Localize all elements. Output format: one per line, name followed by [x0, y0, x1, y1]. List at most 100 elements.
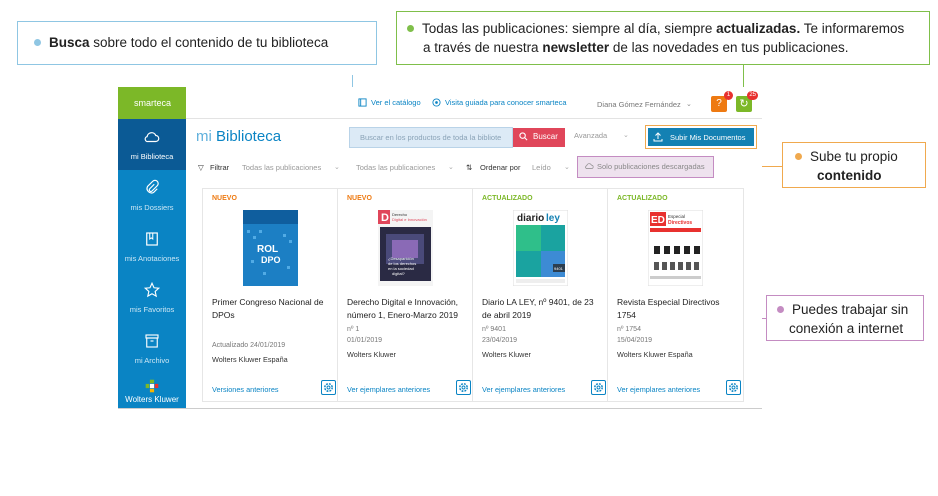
svg-text:Digital e Innovación: Digital e Innovación [392, 217, 427, 222]
top-bar: Ver el catálogo Visita guiada para conoc… [186, 87, 762, 119]
publication-card[interactable]: NUEVO D Derecho Digital e Innovación ¿De… [338, 189, 473, 401]
search-icon [519, 132, 528, 141]
sidebar-item-dossiers[interactable]: mis Dossiers [118, 170, 186, 221]
bullet-dot [795, 152, 802, 160]
guided-tour-link[interactable]: Visita guiada para conocer smarteca [432, 98, 567, 107]
cover-image[interactable]: ROL DPO [243, 210, 298, 286]
callout-offline: Puedes trabajar sin conexión a internet [766, 295, 924, 341]
refresh-icon: ↻ [739, 98, 749, 110]
advanced-search-select[interactable]: Avanzada [574, 131, 607, 140]
sidebar-item-archivo[interactable]: mi Archivo [118, 323, 186, 374]
status-badge: ACTUALIZADO [482, 195, 533, 202]
settings-button[interactable] [321, 380, 336, 395]
sidebar-item-favoritos[interactable]: mis Favoritos [118, 272, 186, 323]
wolters-kluwer-logo: Wolters Kluwer [118, 375, 186, 408]
publication-title[interactable]: Primer Congreso Nacional de DPOs [212, 296, 332, 322]
svg-text:Directivos: Directivos [668, 220, 692, 226]
cover-image[interactable]: diario ley 9401 [513, 210, 568, 286]
publication-card[interactable]: ACTUALIZADO diario ley 9401 Diario LA LE… [473, 189, 608, 401]
publication-title[interactable]: Revista Especial Directivos 1754 [617, 296, 737, 322]
search-input[interactable]: Buscar en los productos de toda la bibli… [349, 127, 513, 148]
chevron-down-icon[interactable]: ⌄ [686, 100, 692, 108]
chevron-down-icon[interactable]: ⌄ [564, 163, 570, 171]
chevron-down-icon[interactable]: ⌄ [623, 131, 629, 139]
sidebar-item-biblioteca[interactable]: mi Biblioteca [118, 119, 186, 170]
publication-date: 23/04/2019 [482, 337, 518, 344]
publication-card[interactable]: NUEVO ROL DPO Primer Congreso Nacional d… [203, 189, 338, 401]
publisher: Wolters Kluwer España [212, 355, 288, 364]
gear-icon [459, 383, 468, 392]
svg-text:ED: ED [651, 215, 665, 226]
sync-badge: 25 [747, 91, 758, 100]
sort-icon: ⇅ [466, 163, 473, 172]
publication-card[interactable]: ACTUALIZADO ED Especial Directivos Revis… [608, 189, 743, 401]
help-button[interactable]: ? 1 [711, 91, 733, 112]
paperclip-icon [146, 179, 159, 194]
status-badge: NUEVO [212, 195, 237, 202]
archive-icon [145, 334, 159, 348]
callout-search: Busca sobre todo el contenido de tu bibl… [17, 21, 377, 65]
user-name[interactable]: Diana Gómez Fernández [597, 100, 681, 109]
upload-button-inner: Subir Mis Documentos [648, 128, 754, 146]
callout-updates: Todas las publicaciones: siempre al día,… [396, 11, 930, 65]
svg-text:ROL: ROL [257, 244, 278, 255]
bullet-dot [34, 38, 41, 46]
sync-button[interactable]: ↻ 25 [736, 91, 758, 112]
search-button[interactable]: Buscar [513, 128, 565, 147]
upload-documents-button[interactable]: Subir Mis Documentos [645, 125, 757, 149]
gear-icon [729, 383, 738, 392]
brand-logo[interactable]: smarteca [118, 87, 186, 119]
publication-date: 01/01/2019 [347, 337, 383, 344]
tour-icon [432, 98, 441, 107]
chevron-down-icon[interactable]: ⌄ [448, 163, 454, 171]
publication-meta: Actualizado 24/01/2019 [212, 342, 286, 349]
settings-button[interactable] [591, 380, 606, 395]
publication-meta: nº 9401 [482, 326, 506, 333]
filter-icon: ▽ [198, 163, 204, 172]
publication-title[interactable]: Diario LA LEY, nº 9401, de 23 de abril 2… [482, 296, 602, 322]
previous-issues-link[interactable]: Ver ejemplares anteriores [617, 385, 700, 394]
publication-title[interactable]: Derecho Digital e Innovación, número 1, … [347, 296, 467, 322]
order-select[interactable]: Leído [532, 163, 551, 172]
svg-text:9401: 9401 [554, 266, 564, 271]
publication-meta: nº 1754 [617, 326, 641, 333]
app-window: smarteca mi Biblioteca mis Dossiers mis … [118, 87, 762, 409]
publisher: Wolters Kluwer España [617, 350, 693, 359]
offline-toggle[interactable]: Solo publicaciones descargadas [577, 156, 714, 178]
bookmark-icon [146, 232, 158, 246]
gear-icon [594, 383, 603, 392]
filter-select-2[interactable]: Todas las publicaciones [356, 163, 435, 172]
settings-button[interactable] [726, 380, 741, 395]
previous-issues-link[interactable]: Ver ejemplares anteriores [482, 385, 565, 394]
catalog-link[interactable]: Ver el catálogo [358, 98, 421, 107]
sidebar: smarteca mi Biblioteca mis Dossiers mis … [118, 87, 186, 408]
page-title: mi Biblioteca [196, 128, 282, 145]
previous-issues-link[interactable]: Ver ejemplares anteriores [347, 385, 430, 394]
publisher: Wolters Kluwer [482, 350, 531, 359]
filter-label: Filtrar [210, 163, 230, 172]
callout-upload: Sube tu propio contenido [782, 142, 926, 188]
status-badge: NUEVO [347, 195, 372, 202]
cloud-icon [144, 132, 160, 143]
help-icon: ? [716, 98, 722, 109]
bullet-dot [777, 305, 784, 313]
svg-text:DPO: DPO [261, 255, 281, 265]
gear-icon [324, 383, 333, 392]
previous-versions-link[interactable]: Versiones anteriores [212, 385, 279, 394]
book-icon [358, 98, 367, 107]
svg-text:diario: diario [517, 213, 544, 224]
publication-grid: NUEVO ROL DPO Primer Congreso Nacional d… [202, 188, 744, 402]
svg-text:D: D [381, 212, 389, 224]
wk-logo-icon [145, 379, 159, 393]
filter-select-1[interactable]: Todas las publicaciones [242, 163, 321, 172]
svg-text:ley: ley [546, 213, 560, 224]
publication-date: 15/04/2019 [617, 337, 653, 344]
cover-image[interactable]: D Derecho Digital e Innovación ¿Desapari… [378, 210, 433, 286]
chevron-down-icon[interactable]: ⌄ [334, 163, 340, 171]
sidebar-item-anotaciones[interactable]: mis Anotaciones [118, 221, 186, 272]
order-label: Ordenar por [480, 163, 521, 172]
settings-button[interactable] [456, 380, 471, 395]
star-icon [143, 281, 161, 298]
cover-image[interactable]: ED Especial Directivos [648, 210, 703, 286]
help-badge: 1 [724, 91, 733, 100]
